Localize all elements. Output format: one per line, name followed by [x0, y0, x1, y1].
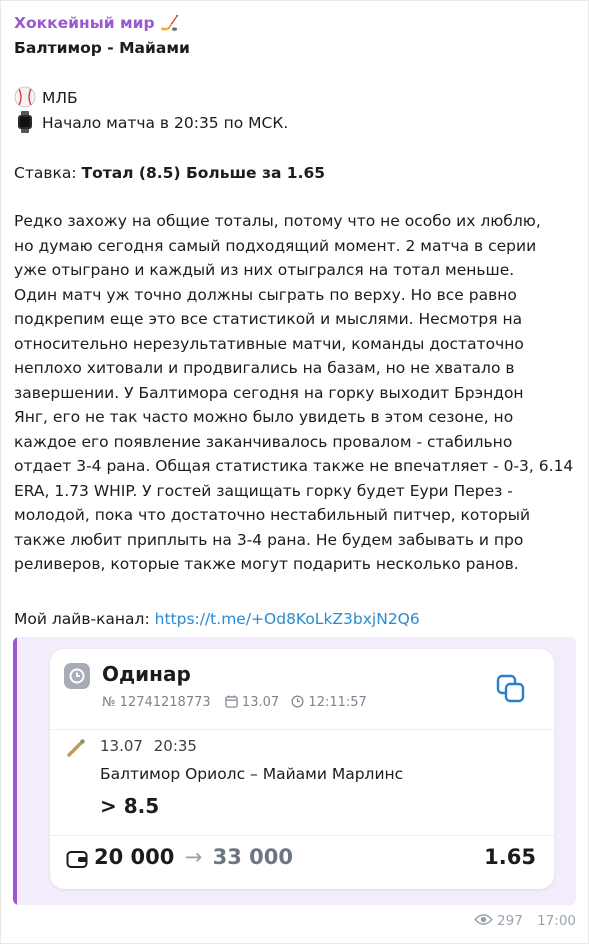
bet-meta: № 12741218773 13.07 12:11:57: [102, 695, 367, 710]
event-time: 20:35: [153, 737, 197, 755]
start-time-line: Начало матча в 20:35 по МСК.: [14, 111, 288, 135]
bet-type: Одинар: [102, 662, 191, 686]
watch-icon: [18, 111, 32, 133]
divider: [50, 729, 554, 730]
views-count: 297: [497, 913, 523, 929]
body-line: относительно нерезультативные матчи, ком…: [14, 334, 524, 353]
bet-time: 12:11:57: [308, 695, 367, 710]
message-footer: 297 17:00: [473, 913, 576, 929]
event-date: 13.07: [100, 737, 143, 755]
bet-card: Одинар № 12741218773 13.07 12:11:57 13.0…: [50, 649, 554, 889]
copy-icon[interactable]: [496, 674, 526, 708]
body-line: Редко захожу на общие тоталы, потому что…: [14, 212, 541, 230]
post-body: Редко захожу на общие тоталы, потому что…: [14, 209, 579, 577]
live-channel-line: Мой лайв-канал: https://t.me/+Od8KoLkZ3b…: [14, 607, 420, 631]
live-channel-label: Мой лайв-канал:: [14, 610, 150, 628]
league-text: МЛБ: [42, 89, 78, 107]
time-icon: [291, 695, 308, 710]
bet-date: 13.07: [241, 695, 280, 710]
baseball-icon: [14, 86, 36, 108]
body-line: уже отыграно и каждый из них отыгрался н…: [14, 261, 515, 279]
body-line: но думаю сегодня самый подходящий момент…: [14, 236, 537, 255]
message-time: 17:00: [537, 913, 576, 929]
body-line: отдает 3-4 рана. Общая статистика также …: [14, 457, 574, 475]
message-bubble: Хоккейный мир 🏒 Балтимор - Майами МЛБ На…: [0, 0, 589, 944]
event-datetime: 13.07 20:35: [100, 737, 197, 755]
payout-amount: 33 000: [212, 845, 293, 869]
calendar-icon: [225, 695, 242, 710]
post-title: Балтимор - Майами: [14, 39, 190, 57]
bet-odds: 1.65: [484, 845, 536, 869]
stake-amount: 20 000: [94, 845, 175, 869]
body-line: ERA, 1.73 WHIP. У гостей защищать горку …: [14, 481, 513, 500]
bet-outcome: > 8.5: [100, 794, 160, 818]
league-line: МЛБ: [14, 86, 78, 110]
bet-line: Ставка: Тотал (8.5) Больше за 1.65: [14, 161, 325, 185]
body-line: каждое его появление заканчивалось прова…: [14, 432, 513, 451]
clock-icon: [64, 663, 90, 689]
stake-row: 20 000 → 33 000: [94, 845, 293, 869]
match-name: Балтимор Ориолс – Майами Марлинс: [100, 765, 404, 783]
arrow-icon: →: [184, 845, 203, 869]
wallet-icon: [66, 849, 88, 873]
live-channel-link[interactable]: https://t.me/+Od8KoLkZ3bxjN2Q6: [155, 610, 420, 628]
body-line: реливеров, которые также могут подарить …: [14, 555, 519, 573]
body-line: подкрепим еще это все статистикой и мысл…: [14, 310, 523, 328]
body-line: завершении. У Балтимора сегодня на горку…: [14, 383, 524, 402]
bet-number: № 12741218773: [102, 695, 211, 710]
eye-icon: [473, 914, 493, 925]
accent-bar: [13, 637, 17, 905]
divider: [50, 835, 554, 836]
bet-label: Ставка:: [14, 164, 77, 182]
body-line: Янг, его не так часто можно было увидеть…: [14, 408, 514, 426]
start-time-text: Начало матча в 20:35 по МСК.: [42, 114, 289, 132]
body-line: молодой, пока что достаточно нестабильны…: [14, 506, 531, 524]
bet-card-preview[interactable]: Одинар № 12741218773 13.07 12:11:57 13.0…: [13, 637, 576, 905]
bet-value: Тотал (8.5) Больше за 1.65: [81, 164, 326, 182]
baseball-bat-icon: [66, 738, 86, 762]
channel-name[interactable]: Хоккейный мир 🏒: [14, 11, 179, 35]
body-line: также любит приплыть на 3-4 рана. Не буд…: [14, 530, 524, 549]
body-line: Один матч уж точно должны сыграть по вер…: [14, 285, 517, 304]
body-line: неплохо хитовали и продвигались на базам…: [14, 359, 515, 377]
